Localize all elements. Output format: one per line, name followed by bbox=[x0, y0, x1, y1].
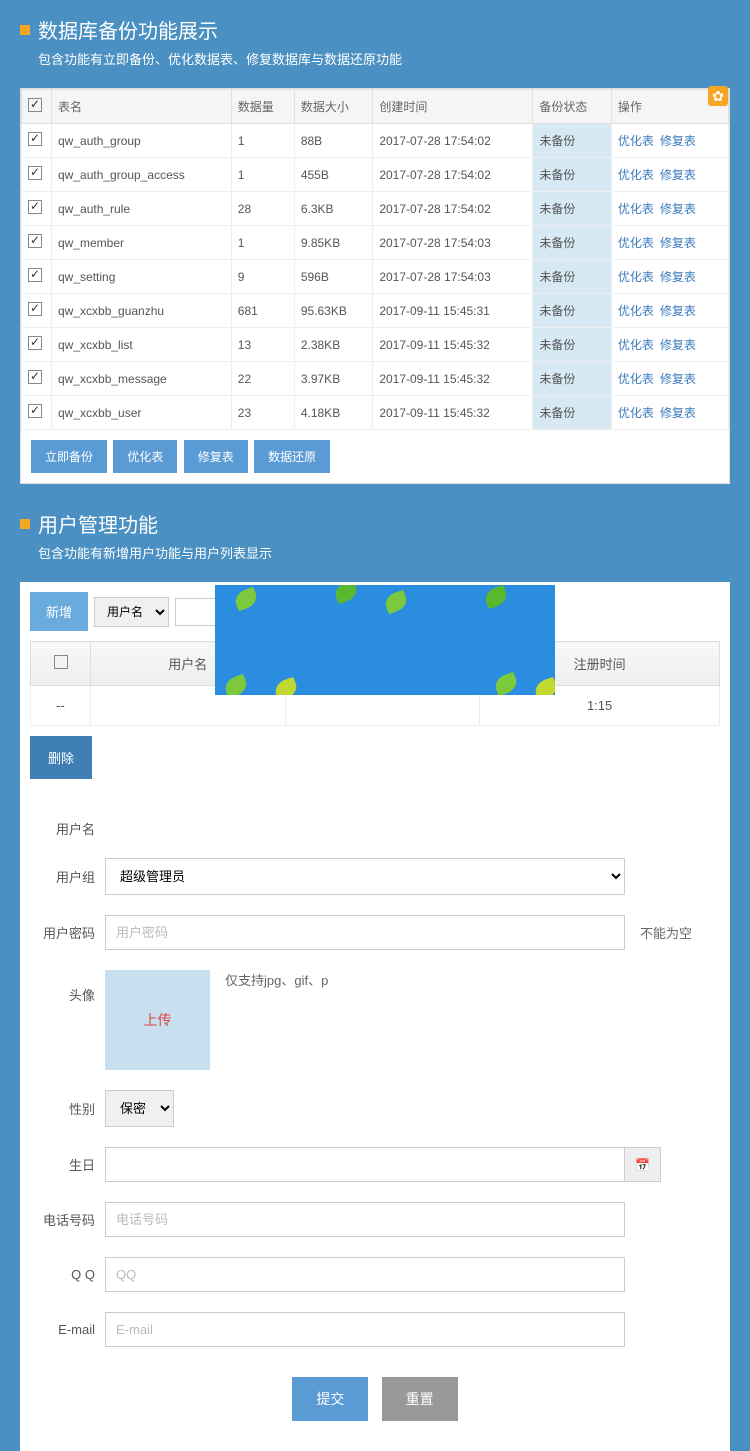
table-row: qw_auth_group188B2017-07-28 17:54:02未备份优… bbox=[22, 124, 729, 158]
label-email: E-mail bbox=[30, 1322, 105, 1337]
db-section-sub: 包含功能有立即备份、优化数据表、修复数据库与数据还原功能 bbox=[20, 49, 730, 68]
row-checkbox[interactable] bbox=[28, 200, 42, 214]
repair-button[interactable]: 修复表 bbox=[184, 440, 248, 473]
table-row: qw_xcxbb_guanzhu68195.63KB2017-09-11 15:… bbox=[22, 294, 729, 328]
user-form: 用户名 用户组 超级管理员 用户密码 不能为空 头像 上传 仅支持jpg、gif… bbox=[20, 799, 730, 1451]
optimize-link[interactable]: 优化表 bbox=[618, 372, 654, 386]
optimize-link[interactable]: 优化表 bbox=[618, 202, 654, 216]
row-checkbox[interactable] bbox=[28, 404, 42, 418]
optimize-link[interactable]: 优化表 bbox=[618, 236, 654, 250]
password-field[interactable] bbox=[105, 915, 625, 950]
decorative-image bbox=[215, 585, 555, 695]
optimize-link[interactable]: 优化表 bbox=[618, 270, 654, 284]
optimize-button[interactable]: 优化表 bbox=[113, 440, 177, 473]
table-row: qw_xcxbb_list132.38KB2017-09-11 15:45:32… bbox=[22, 328, 729, 362]
table-row: qw_xcxbb_message223.97KB2017-09-11 15:45… bbox=[22, 362, 729, 396]
password-hint: 不能为空 bbox=[640, 923, 692, 942]
db-section-header: 数据库备份功能展示 包含功能有立即备份、优化数据表、修复数据库与数据还原功能 bbox=[0, 0, 750, 78]
restore-button[interactable]: 数据还原 bbox=[254, 440, 330, 473]
optimize-link[interactable]: 优化表 bbox=[618, 304, 654, 318]
repair-link[interactable]: 修复表 bbox=[660, 304, 696, 318]
birthday-field[interactable] bbox=[105, 1147, 625, 1182]
label-password: 用户密码 bbox=[30, 923, 105, 942]
repair-link[interactable]: 修复表 bbox=[660, 270, 696, 284]
db-section-title: 数据库备份功能展示 bbox=[20, 15, 730, 44]
row-checkbox[interactable] bbox=[28, 302, 42, 316]
user-section-header: 用户管理功能 包含功能有新增用户功能与用户列表显示 bbox=[0, 494, 750, 572]
user-section-title: 用户管理功能 bbox=[20, 509, 730, 538]
table-row: qw_member19.85KB2017-07-28 17:54:03未备份优化… bbox=[22, 226, 729, 260]
calendar-icon[interactable]: 📅 bbox=[625, 1147, 661, 1182]
repair-link[interactable]: 修复表 bbox=[660, 236, 696, 250]
select-all-db[interactable] bbox=[28, 98, 42, 112]
label-gender: 性别 bbox=[30, 1099, 105, 1118]
db-col-5: 备份状态 bbox=[533, 90, 611, 124]
db-col-3: 数据大小 bbox=[294, 90, 372, 124]
row-checkbox[interactable] bbox=[28, 336, 42, 350]
table-row: qw_xcxbb_user234.18KB2017-09-11 15:45:32… bbox=[22, 396, 729, 430]
gear-icon[interactable]: ✿ bbox=[708, 86, 728, 106]
row-checkbox[interactable] bbox=[28, 268, 42, 282]
delete-button[interactable]: 删除 bbox=[30, 736, 92, 779]
label-qq: Q Q bbox=[30, 1267, 105, 1282]
repair-link[interactable]: 修复表 bbox=[660, 134, 696, 148]
repair-link[interactable]: 修复表 bbox=[660, 338, 696, 352]
group-select[interactable]: 超级管理员 bbox=[105, 858, 625, 895]
label-avatar: 头像 bbox=[30, 970, 105, 1004]
db-col-1: 表名 bbox=[52, 90, 232, 124]
submit-button[interactable]: 提交 bbox=[292, 1377, 368, 1421]
db-actions: 立即备份 优化表 修复表 数据还原 bbox=[21, 430, 729, 483]
row-checkbox[interactable] bbox=[28, 132, 42, 146]
optimize-link[interactable]: 优化表 bbox=[618, 168, 654, 182]
optimize-link[interactable]: 优化表 bbox=[618, 406, 654, 420]
repair-link[interactable]: 修复表 bbox=[660, 168, 696, 182]
qq-field[interactable] bbox=[105, 1257, 625, 1292]
repair-link[interactable]: 修复表 bbox=[660, 372, 696, 386]
phone-field[interactable] bbox=[105, 1202, 625, 1237]
email-field[interactable] bbox=[105, 1312, 625, 1347]
table-row: qw_auth_rule286.3KB2017-07-28 17:54:02未备… bbox=[22, 192, 729, 226]
table-row: qw_setting9596B2017-07-28 17:54:03未备份优化表… bbox=[22, 260, 729, 294]
db-col-2: 数据量 bbox=[231, 90, 294, 124]
optimize-link[interactable]: 优化表 bbox=[618, 134, 654, 148]
user-section-sub: 包含功能有新增用户功能与用户列表显示 bbox=[20, 543, 730, 562]
backup-button[interactable]: 立即备份 bbox=[31, 440, 107, 473]
filter-select[interactable]: 用户名 bbox=[94, 597, 169, 627]
row-checkbox[interactable] bbox=[28, 166, 42, 180]
repair-link[interactable]: 修复表 bbox=[660, 406, 696, 420]
gender-select[interactable]: 保密 bbox=[105, 1090, 174, 1127]
select-all-checkbox[interactable] bbox=[54, 655, 68, 669]
label-phone: 电话号码 bbox=[30, 1210, 105, 1229]
label-birthday: 生日 bbox=[30, 1155, 105, 1174]
row-checkbox[interactable] bbox=[28, 370, 42, 384]
repair-link[interactable]: 修复表 bbox=[660, 202, 696, 216]
db-col-4: 创建时间 bbox=[373, 90, 533, 124]
add-button[interactable]: 新增 bbox=[30, 592, 88, 631]
reset-button[interactable]: 重置 bbox=[382, 1377, 458, 1421]
label-group: 用户组 bbox=[30, 867, 105, 886]
label-username: 用户名 bbox=[30, 819, 105, 838]
table-row: qw_auth_group_access1455B2017-07-28 17:5… bbox=[22, 158, 729, 192]
db-table: 表名数据量数据大小创建时间备份状态操作 qw_auth_group188B201… bbox=[21, 89, 729, 430]
db-panel: 表名数据量数据大小创建时间备份状态操作 qw_auth_group188B201… bbox=[20, 88, 730, 484]
upload-button[interactable]: 上传 bbox=[105, 970, 210, 1070]
avatar-hint: 仅支持jpg、gif、p bbox=[225, 970, 328, 989]
optimize-link[interactable]: 优化表 bbox=[618, 338, 654, 352]
db-col-0 bbox=[22, 90, 52, 124]
row-checkbox[interactable] bbox=[28, 234, 42, 248]
